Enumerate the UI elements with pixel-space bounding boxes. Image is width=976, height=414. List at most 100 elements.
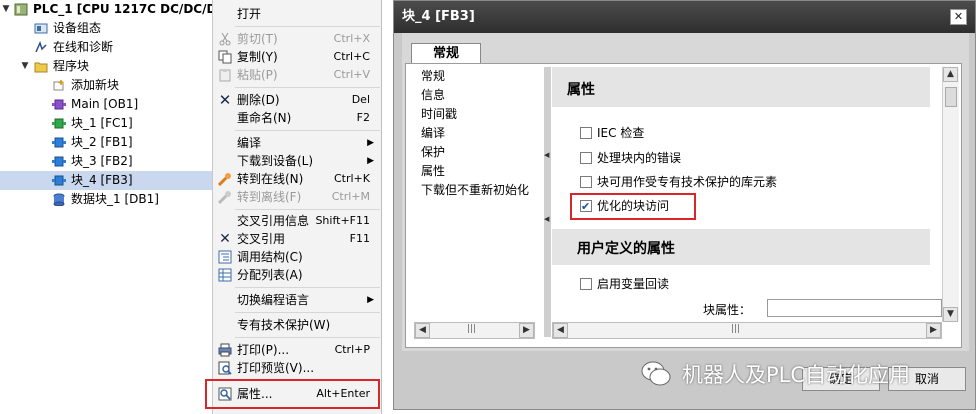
scroll-grip-icon[interactable]: |||: [731, 324, 740, 334]
menu-item-print-preview[interactable]: 打印预览(V)...: [213, 359, 382, 377]
section-title-attributes: 属性: [567, 82, 595, 98]
project-tree: ▼ PLC_1 [CPU 1217C DC/DC/DC] 设备组态 在线和诊断 …: [0, 0, 231, 414]
tree-item-online-diag[interactable]: 在线和诊断: [0, 38, 212, 57]
menu-item-paste[interactable]: 粘贴(P) Ctrl+V: [213, 66, 382, 84]
scroll-right-icon[interactable]: ▶: [519, 323, 534, 338]
dialog-title: 块_4 [FB3]: [402, 9, 475, 24]
tree-item-program-blocks[interactable]: ▼ 程序块: [0, 57, 212, 76]
nav-horizontal-scrollbar[interactable]: ◀ ||| ▶: [414, 322, 535, 339]
paste-icon: [219, 69, 231, 82]
close-icon[interactable]: ✕: [950, 9, 967, 25]
delete-x-icon: ✕: [218, 91, 232, 109]
fb-block-icon: [52, 137, 66, 148]
menu-item-knowhow-protection[interactable]: 专有技术保护(W): [213, 316, 382, 334]
submenu-arrow-icon: ▶: [367, 138, 374, 148]
tree-item-device-config[interactable]: 设备组态: [0, 19, 212, 38]
nav-item-protection[interactable]: 保护: [421, 143, 445, 161]
tree-item-fb3[interactable]: 块_4 [FB3]: [0, 171, 212, 190]
tree-item-fc1[interactable]: 块_1 [FC1]: [0, 114, 212, 133]
menu-label: 打印(P)...: [237, 343, 290, 357]
menu-item-go-online[interactable]: 转到在线(N) Ctrl+K: [213, 170, 382, 188]
wechat-logo-icon: [641, 361, 671, 386]
context-menu: 打开 剪切(T) Ctrl+X 复制(Y) Ctrl+C 粘贴(P) Ctrl+…: [205, 0, 382, 414]
scroll-left-icon[interactable]: ◀: [415, 323, 430, 338]
menu-shortcut: Shift+F11: [315, 214, 370, 227]
checkbox-box[interactable]: [580, 127, 592, 139]
menu-label: 剪切(T): [237, 32, 278, 46]
scroll-grip-icon[interactable]: |||: [467, 324, 476, 334]
scroll-thumb[interactable]: [945, 87, 957, 107]
fb-block-icon: [52, 156, 66, 167]
watermark: 机器人及PLC自动化应用: [640, 354, 910, 394]
tree-item-add-block[interactable]: 添加新块: [0, 76, 212, 95]
tree-item-label: 块_2 [FB1]: [71, 135, 133, 149]
block-attribute-input[interactable]: [767, 299, 942, 317]
tree-item-label: 设备组态: [53, 21, 102, 35]
copy-icon: [218, 50, 232, 64]
properties-vertical-scrollbar[interactable]: ▲ ▼: [942, 67, 959, 322]
dialog-title-bar[interactable]: 块_4 [FB3]: [394, 1, 975, 33]
menu-item-copy[interactable]: 复制(Y) Ctrl+C: [213, 48, 382, 66]
section-header: 用户定义的属性: [552, 229, 930, 265]
nav-item-general[interactable]: 常规: [421, 67, 445, 85]
menu-item-download[interactable]: 下载到设备(L) ▶: [213, 152, 382, 170]
pane-splitter[interactable]: ◀ ◀: [544, 67, 551, 337]
tree-item-fb1[interactable]: 块_2 [FB1]: [0, 133, 212, 152]
menu-item-compile[interactable]: 编译 ▶: [213, 134, 382, 152]
splitter-arrow-icon[interactable]: ◀: [544, 151, 549, 159]
menu-shortcut: F11: [349, 232, 370, 245]
menu-item-call-structure[interactable]: 调用结构(C): [213, 248, 382, 266]
nav-item-timestamp[interactable]: 时间戳: [421, 105, 457, 123]
menu-shortcut: Del: [351, 93, 370, 106]
nav-item-compile[interactable]: 编译: [421, 124, 445, 142]
db-block-icon: [53, 193, 65, 206]
menu-item-xref-info[interactable]: 交叉引用信息 Shift+F11: [213, 212, 382, 230]
folder-icon: [34, 62, 48, 73]
menu-shortcut: Ctrl+V: [333, 68, 370, 81]
menu-shortcut: Ctrl+X: [333, 32, 370, 45]
tab-general[interactable]: 常规: [411, 43, 481, 64]
tree-item-label: 块_1 [FC1]: [71, 116, 133, 130]
nav-item-download-no-reinit[interactable]: 下载但不重新初始化: [421, 181, 529, 199]
checkbox-label: IEC 检查: [597, 126, 645, 140]
tree-item-label: Main [OB1]: [71, 97, 139, 111]
menu-label: 删除(D): [237, 93, 280, 107]
section-title-user-defined: 用户定义的属性: [577, 241, 675, 257]
collapse-arrow-icon[interactable]: ▼: [1, 0, 11, 19]
menu-item-xref[interactable]: ✕ 交叉引用 F11: [213, 230, 382, 248]
menu-item-print[interactable]: 打印(P)... Ctrl+P: [213, 341, 382, 359]
splitter-arrow-icon[interactable]: ◀: [544, 215, 549, 223]
menu-item-go-offline[interactable]: 转到离线(F) Ctrl+M: [213, 188, 382, 206]
tree-item-db1[interactable]: 数据块_1 [DB1]: [0, 190, 212, 209]
menu-item-assignment-list[interactable]: 分配列表(A): [213, 266, 382, 284]
nav-item-attributes[interactable]: 属性: [421, 162, 445, 180]
add-block-icon: [53, 80, 64, 91]
plc-icon: [14, 3, 28, 16]
menu-item-open[interactable]: 打开: [213, 5, 382, 23]
menu-item-cut[interactable]: 剪切(T) Ctrl+X: [213, 30, 382, 48]
menu-item-delete[interactable]: ✕ 删除(D) Del: [213, 91, 382, 109]
tree-plc-row[interactable]: ▼ PLC_1 [CPU 1217C DC/DC/DC]: [0, 0, 231, 19]
menu-item-switch-language[interactable]: 切换编程语言 ▶: [213, 291, 382, 309]
print-preview-icon: [218, 361, 232, 375]
go-online-icon: [218, 173, 231, 186]
property-nav-list: 常规 信息 时间戳 编译 保护 属性 下载但不重新初始化: [414, 67, 551, 322]
scroll-left-icon[interactable]: ◀: [553, 323, 568, 338]
menu-item-rename[interactable]: 重命名(N) F2: [213, 109, 382, 127]
scroll-up-icon[interactable]: ▲: [943, 67, 958, 82]
tree-item-label: 添加新块: [71, 78, 120, 92]
scroll-right-icon[interactable]: ▶: [926, 323, 941, 338]
menu-shortcut: F2: [356, 111, 370, 124]
block-attribute-label: 块属性：: [703, 303, 752, 317]
checkbox-box[interactable]: [580, 152, 592, 164]
checkbox-box[interactable]: [580, 278, 592, 290]
collapse-arrow-icon[interactable]: ▼: [20, 57, 30, 76]
checkbox-box[interactable]: [580, 176, 592, 188]
device-config-icon: [34, 23, 48, 34]
scroll-down-icon[interactable]: ▼: [943, 307, 958, 322]
tree-item-fb2[interactable]: 块_3 [FB2]: [0, 152, 212, 171]
menu-label: 编译: [237, 136, 262, 150]
nav-item-info[interactable]: 信息: [421, 86, 445, 104]
properties-horizontal-scrollbar[interactable]: ◀ ||| ▶: [552, 322, 942, 339]
tree-item-main-ob1[interactable]: Main [OB1]: [0, 95, 212, 114]
